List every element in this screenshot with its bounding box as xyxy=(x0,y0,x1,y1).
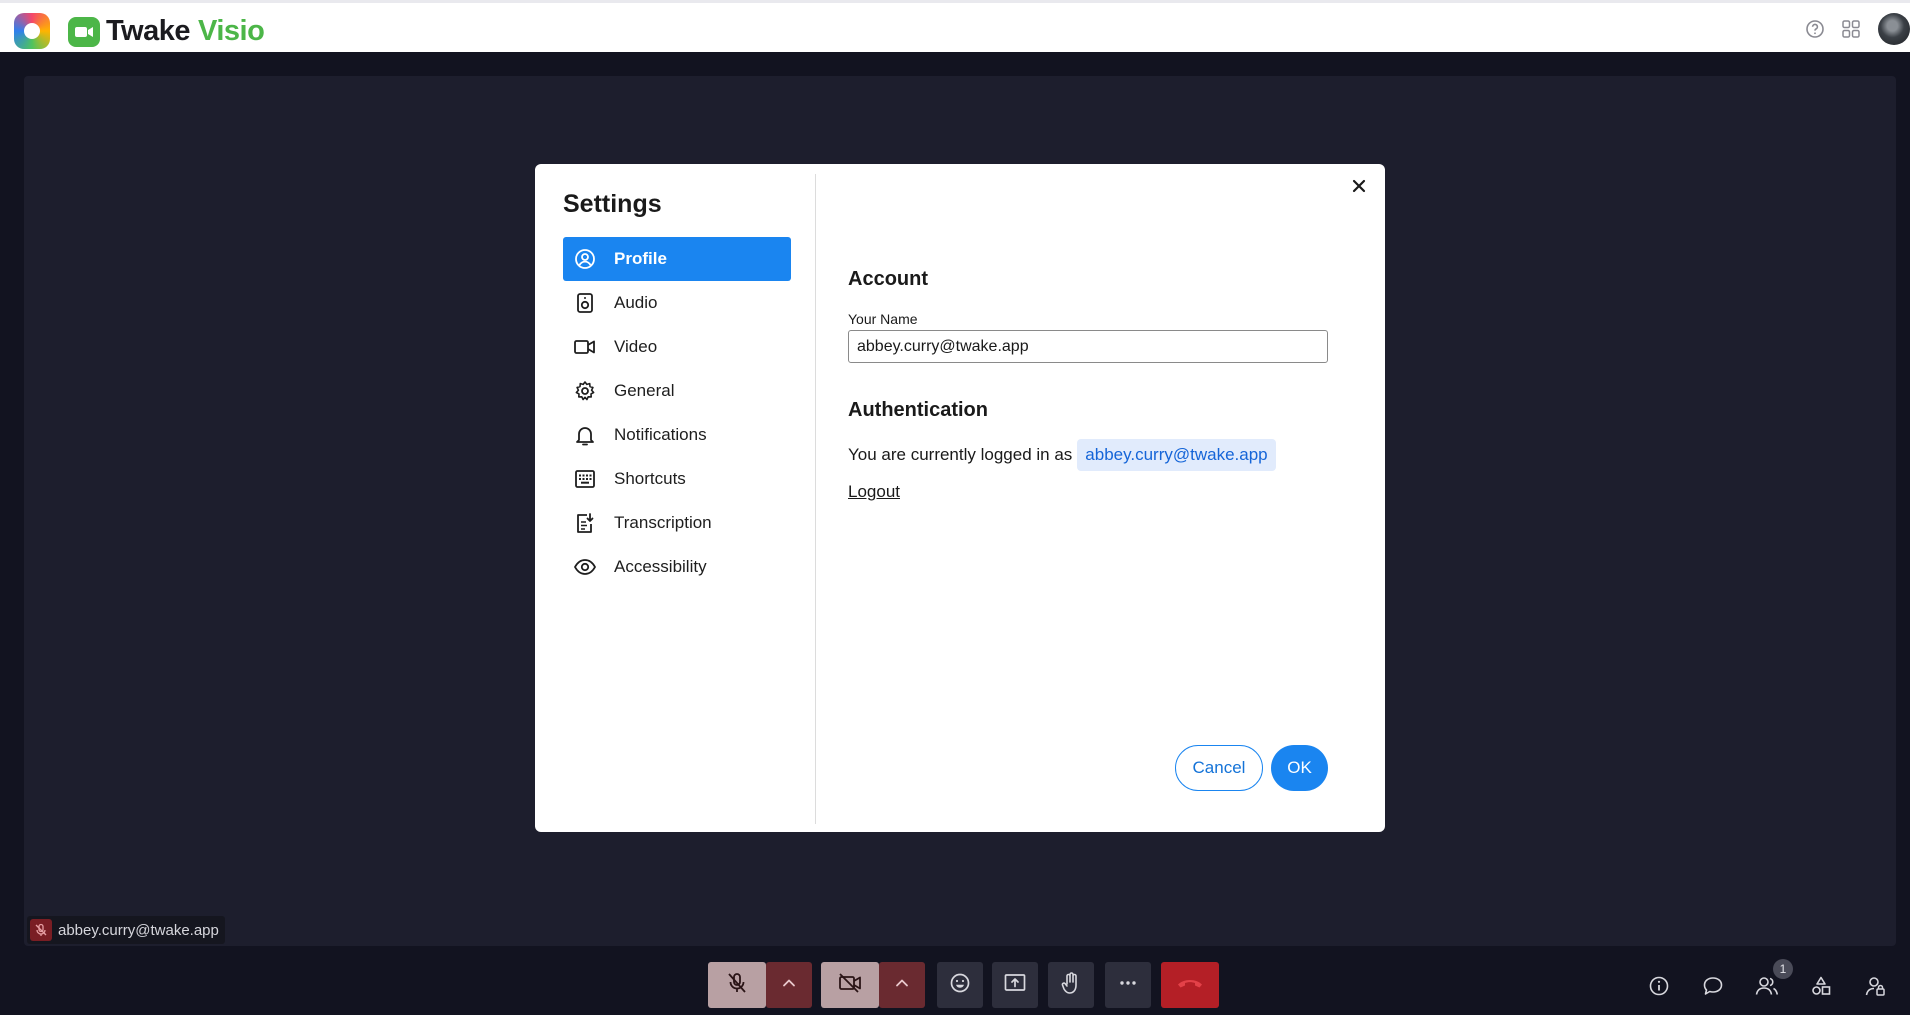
speaker-icon xyxy=(573,291,597,315)
video-options-button[interactable] xyxy=(879,962,925,1008)
close-icon[interactable] xyxy=(1347,174,1371,198)
video-brand-icon xyxy=(68,16,100,47)
camera-toggle-button[interactable] xyxy=(821,962,879,1008)
gear-icon xyxy=(573,379,597,403)
hand-icon xyxy=(1060,971,1082,1000)
screen-share-button[interactable] xyxy=(992,962,1038,1008)
participant-name: abbey.curry@twake.app xyxy=(58,921,219,939)
menu-item-profile[interactable]: Profile xyxy=(563,237,791,281)
name-field-label: Your Name xyxy=(848,311,918,327)
brand-name: Twake xyxy=(106,15,191,47)
ok-button[interactable]: OK xyxy=(1271,745,1328,791)
raise-hand-button[interactable] xyxy=(1048,962,1094,1008)
app-launcher-logo-icon[interactable] xyxy=(14,13,50,49)
mic-muted-icon xyxy=(30,919,52,941)
authentication-heading: Authentication xyxy=(848,399,988,421)
screen-share-icon xyxy=(1003,972,1027,999)
user-avatar[interactable] xyxy=(1878,13,1910,45)
logged-in-row: You are currently logged in as abbey.cur… xyxy=(848,439,1276,471)
menu-item-label: Video xyxy=(614,337,658,356)
menu-item-label: Accessibility xyxy=(614,557,707,576)
cancel-button[interactable]: Cancel xyxy=(1175,745,1263,791)
menu-item-general[interactable]: General xyxy=(563,369,791,413)
menu-item-label: Profile xyxy=(614,249,667,268)
menu-item-label: General xyxy=(614,381,675,400)
participants-count-badge: 1 xyxy=(1773,959,1793,979)
info-icon[interactable] xyxy=(1645,972,1673,1000)
camera-off-icon xyxy=(837,971,863,1000)
menu-item-label: Shortcuts xyxy=(614,469,686,488)
profile-icon xyxy=(573,247,597,271)
smiley-icon xyxy=(949,972,971,999)
menu-item-label: Transcription xyxy=(614,513,712,532)
help-icon[interactable] xyxy=(1804,18,1826,40)
eye-icon xyxy=(573,555,597,579)
brand-accent: Visio xyxy=(198,15,265,47)
mic-off-icon xyxy=(725,971,749,1000)
audio-options-button[interactable] xyxy=(766,962,812,1008)
settings-dialog: Settings Profile Audio Video General Not… xyxy=(535,164,1385,832)
dialog-divider xyxy=(815,174,816,824)
menu-item-video[interactable]: Video xyxy=(563,325,791,369)
logged-in-email: abbey.curry@twake.app xyxy=(1077,439,1276,471)
menu-item-audio[interactable]: Audio xyxy=(563,281,791,325)
video-camera-icon xyxy=(573,335,597,359)
transcript-icon xyxy=(573,511,597,535)
more-options-button[interactable] xyxy=(1105,962,1151,1008)
bell-icon xyxy=(573,423,597,447)
participant-name-tag: abbey.curry@twake.app xyxy=(27,916,225,944)
keyboard-icon xyxy=(573,467,597,491)
chevron-up-icon xyxy=(781,975,797,996)
name-input[interactable] xyxy=(848,330,1328,363)
logout-link[interactable]: Logout xyxy=(848,482,900,502)
microphone-toggle-button[interactable] xyxy=(708,962,766,1008)
dialog-title: Settings xyxy=(563,190,662,218)
menu-item-notifications[interactable]: Notifications xyxy=(563,413,791,457)
chevron-up-icon xyxy=(894,975,910,996)
shapes-icon[interactable] xyxy=(1807,972,1835,1000)
account-heading: Account xyxy=(848,268,928,290)
admin-icon[interactable] xyxy=(1861,972,1889,1000)
brand-logo: Twake Visio xyxy=(68,15,265,48)
logged-in-text: You are currently logged in as xyxy=(848,445,1073,464)
apps-grid-icon[interactable] xyxy=(1840,18,1862,40)
settings-menu: Profile Audio Video General Notification… xyxy=(563,237,791,589)
menu-item-shortcuts[interactable]: Shortcuts xyxy=(563,457,791,501)
hang-up-button[interactable] xyxy=(1161,962,1219,1008)
menu-item-label: Audio xyxy=(614,293,658,312)
menu-item-transcription[interactable]: Transcription xyxy=(563,501,791,545)
menu-item-accessibility[interactable]: Accessibility xyxy=(563,545,791,589)
menu-item-label: Notifications xyxy=(614,425,707,444)
app-header: Twake Visio xyxy=(0,0,1910,52)
chat-icon[interactable] xyxy=(1699,972,1727,1000)
phone-hangup-icon xyxy=(1175,973,1205,998)
reactions-button[interactable] xyxy=(937,962,983,1008)
more-horizontal-icon xyxy=(1117,972,1139,999)
